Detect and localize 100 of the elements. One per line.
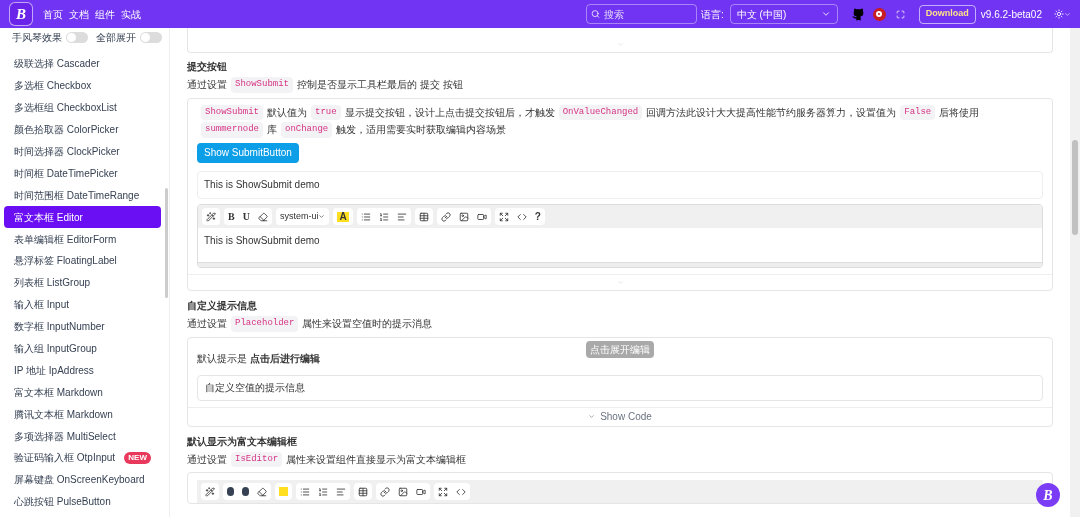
fullscreen-icon[interactable] [438,486,448,497]
section-title: 默认显示为富文本编辑框 [187,434,298,449]
floating-logo-button[interactable]: B [1036,483,1060,507]
sidebar-item[interactable]: 时间选择器 ClockPicker [4,140,161,163]
sidebar-item[interactable]: 输入组 InputGroup [4,337,161,360]
code-tag: ShowSubmit [231,77,293,93]
description-text: 控制是否显示工具栏最后的 提交 按钮 [297,78,463,93]
link-icon[interactable] [380,486,390,497]
table-icon[interactable] [418,211,429,222]
sun-icon [1054,9,1064,19]
code-tag: False [900,104,936,120]
language-label: 语言: [701,7,724,22]
code-view-icon[interactable] [456,486,466,497]
caret-icon [588,413,596,420]
rich-text-editor[interactable]: B U system-ui A ? This is ShowSubmit demo [197,204,1043,268]
description-text: 回调方法此设计大大提高性能节约服务器算力，设置值为 [646,105,897,120]
search-field[interactable]: 搜索 [586,4,698,24]
sidebar-item[interactable]: 验证码输入框 OtpInput NEW [4,447,161,469]
fullscreen-icon[interactable] [498,211,509,222]
section-title: 自定义提示信息 [187,299,258,313]
bullet-list-icon[interactable] [300,486,310,497]
sidebar-item[interactable]: 多选框组 CheckboxList [4,96,161,119]
link-icon[interactable] [440,211,451,222]
caret-icon [616,41,624,48]
toggle-switch[interactable] [140,32,162,43]
sidebar-item[interactable]: 悬浮标签 FloatingLabel [4,250,161,272]
sidebar-item[interactable]: 列表框 ListGroup [4,271,161,294]
sidebar-item[interactable]: 心跳按钮 PulseButton [4,490,161,513]
code-tag: onChange [281,122,333,138]
new-badge: NEW [124,451,151,464]
sidebar-item[interactable]: 表单编辑框 EditorForm [4,228,161,250]
sidebar-item[interactable]: 时间范围框 DateTimeRange [4,184,161,207]
description-text: 通过设置 [187,317,227,332]
toggle-switch[interactable] [66,32,88,43]
toggle-label: 手风琴效果 [12,31,62,45]
caret-icon [820,9,831,19]
magic-wand-icon[interactable] [205,486,215,497]
sidebar-item[interactable]: 级联选择 Cascader [4,53,161,75]
toggle-label: 全部展开 [96,31,136,45]
image-icon[interactable] [398,486,408,497]
video-icon[interactable] [416,486,426,497]
search-input[interactable]: 搜索 [604,6,693,22]
description-text: 默认值为 [267,105,307,120]
text-color-icon[interactable] [279,487,288,496]
nav-link[interactable]: 实战 [121,6,141,22]
sidebar-item[interactable]: 时间框 DateTimePicker [4,162,161,185]
sidebar-item[interactable]: 多项选择器 MultiSelect [4,425,161,448]
description-text: 属性来设置空值时的提示消息 [302,317,433,332]
sidebar-item[interactable]: 多选框 Checkbox [4,74,161,97]
sidebar-item[interactable]: 屏幕键盘 OnScreenKeyboard [4,468,161,491]
nav-link[interactable]: 文档 [69,6,89,22]
sidebar-item[interactable]: 富文本框 Editor [4,206,161,229]
language-select[interactable]: 中文 (中国) [729,4,838,24]
table-icon[interactable] [358,486,368,497]
bold-button[interactable]: B [228,209,235,224]
eraser-icon[interactable] [257,486,267,497]
description-text: 通过设置 [187,78,227,93]
sidebar-item[interactable]: 颜色拾取器 ColorPicker [4,118,161,141]
sidebar-item[interactable]: 富文本框 Markdown [4,381,161,404]
placeholder-field[interactable]: 自定义空值的提示信息 [197,374,1043,401]
code-view-icon[interactable] [516,211,527,222]
caret-icon [318,213,326,220]
code-tag: summernode [201,122,263,138]
align-icon[interactable] [396,211,407,222]
code-tag: Placeholder [231,316,299,332]
align-icon[interactable] [336,486,346,497]
editor-content: This is ShowSubmit demo [203,234,321,248]
sidebar-item[interactable]: 腾讯文本框 Markdown [4,403,161,426]
code-tag: ShowSubmit [201,104,263,120]
video-icon[interactable] [476,211,487,222]
text-color-button[interactable]: A [337,211,349,222]
tooltip: 点击展开编辑 [586,340,654,358]
caret-icon [1064,10,1071,18]
bullet-list-icon[interactable] [360,211,371,222]
help-button[interactable]: ? [534,209,541,224]
github-icon[interactable] [851,7,865,21]
image-icon[interactable] [458,211,469,222]
eraser-icon[interactable] [257,211,268,222]
sidebar-item[interactable]: 数字框 InputNumber [4,315,161,338]
search-icon [591,9,601,19]
sidebar-item[interactable]: IP 地址 IpAddress [4,359,161,382]
code-tag: true [311,104,341,120]
logo[interactable]: B [9,2,33,26]
show-code-button[interactable]: Show Code [588,409,652,424]
description-text: 通过设置 [187,452,227,467]
ordered-list-icon[interactable] [378,211,389,222]
sidebar-item[interactable]: 输入框 Input [4,293,161,316]
download-button[interactable]: Download [918,4,976,24]
description-text: 属性来设置组件直接显示为富文本编辑框 [286,452,467,467]
nav-link[interactable]: 组件 [95,6,115,22]
underline-button[interactable]: U [242,209,250,224]
nav-link[interactable]: 首页 [43,6,63,22]
hint-text: 默认提示是 点击后进行编辑 [197,352,320,364]
magic-wand-icon[interactable] [206,211,216,222]
theme-toggle[interactable] [1054,9,1071,19]
text-area[interactable]: This is ShowSubmit demo [197,171,1043,199]
description-text: 库 [267,123,277,138]
code-tag: OnValueChanged [558,104,643,120]
ordered-list-icon[interactable] [318,486,328,497]
section-title: 提交按钮 [187,60,228,74]
